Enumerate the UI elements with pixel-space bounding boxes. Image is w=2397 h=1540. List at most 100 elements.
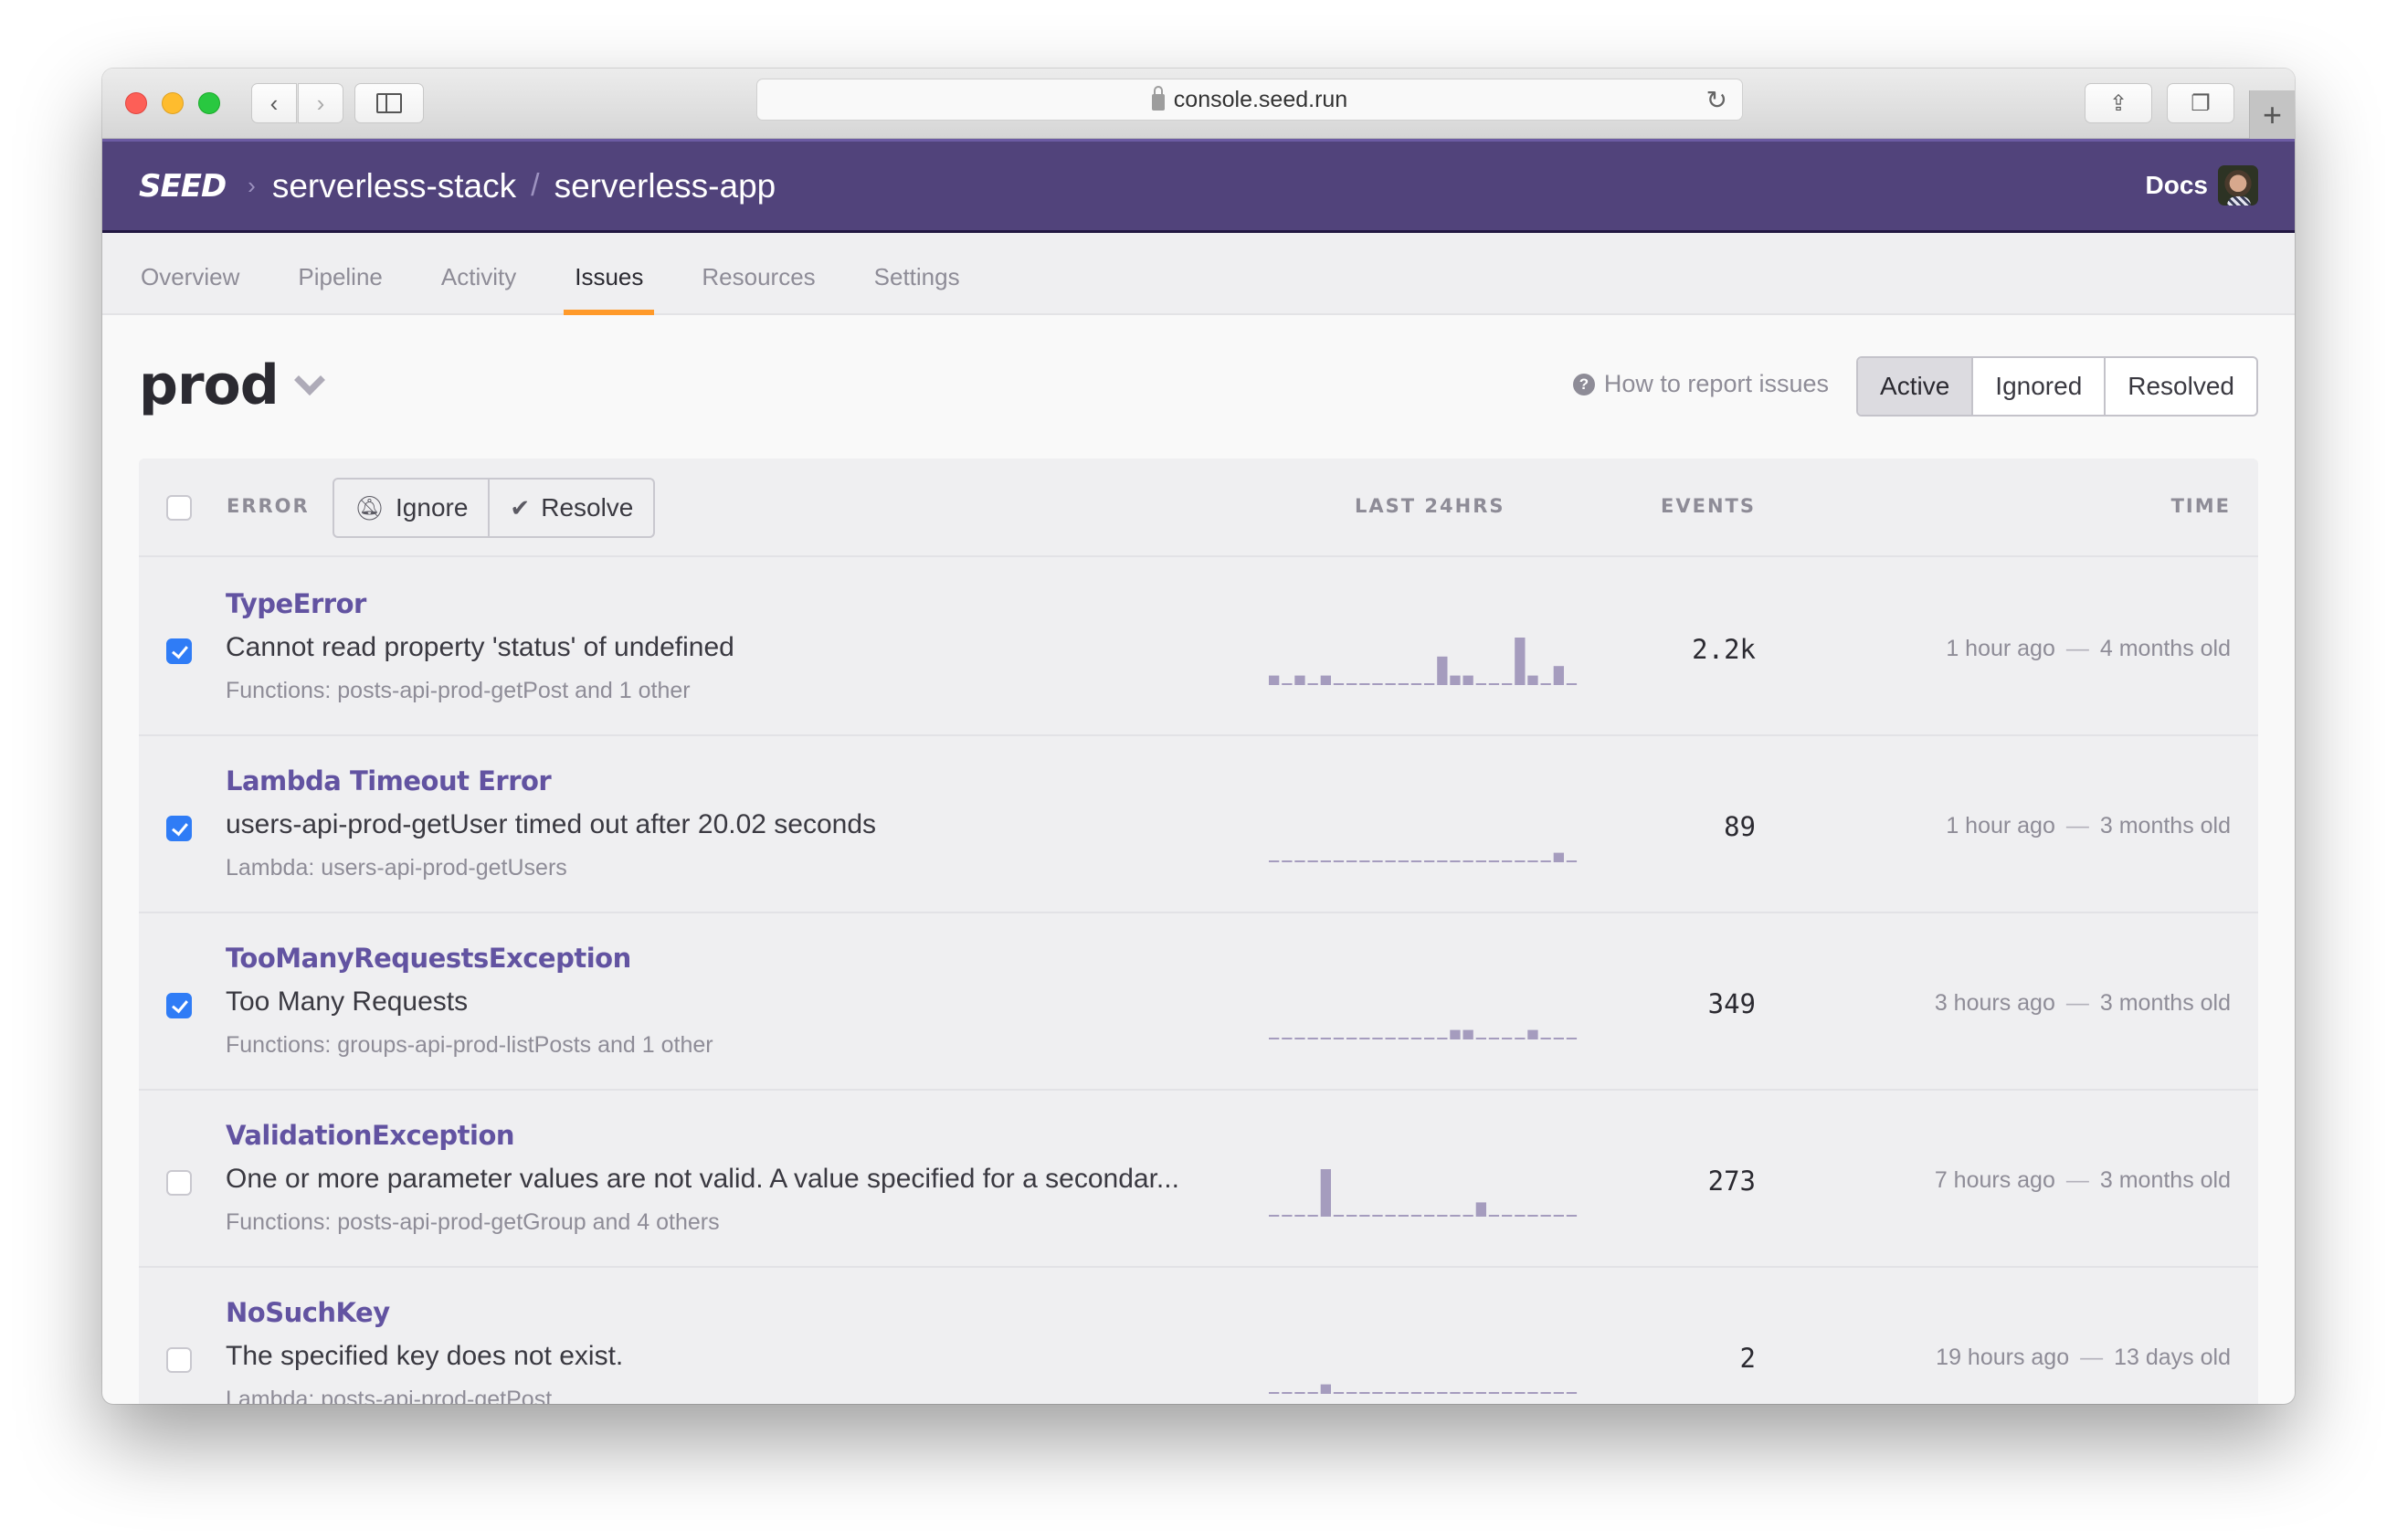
sparkline-bar [1294,1215,1305,1217]
forward-button[interactable]: › [298,83,343,123]
breadcrumb-app[interactable]: serverless-app [554,167,776,206]
sparkline-bar [1488,1038,1500,1039]
issue-message: Too Many Requests [226,986,469,1017]
column-last-24hrs: LAST 24HRS [1355,495,1505,517]
sparkline-bar [1333,1215,1345,1217]
sparkline-bar [1410,1038,1422,1039]
check-icon: ✔ [510,493,531,522]
sparkline-bar [1282,860,1293,862]
sparkline-bar [1333,860,1345,862]
issue-row[interactable]: NoSuchKey The specified key does not exi… [139,1268,2258,1404]
issue-row[interactable]: TypeError Cannot read property 'status' … [139,559,2258,736]
sparkline-bar [1346,683,1357,685]
issue-message: The specified key does not exist. [226,1341,624,1371]
show-tabs-button[interactable]: ❐ [2167,83,2234,123]
issue-row[interactable]: TooManyRequestsException Too Many Reques… [139,913,2258,1091]
time-separator: — [2065,990,2089,1016]
sparkline-bar [1488,1215,1500,1217]
last-seen: 19 hours ago [1936,1345,2070,1370]
how-to-report-link[interactable]: ? How to report issues [1572,370,1829,398]
close-window-button[interactable] [125,92,147,114]
row-checkbox[interactable] [166,638,192,664]
issue-row[interactable]: Lambda Timeout Error users-api-prod-getU… [139,736,2258,913]
sparkline-bar [1540,1215,1551,1217]
maximize-window-button[interactable] [198,92,220,114]
tab-settings[interactable]: Settings [872,233,962,313]
sparkline-bar [1346,1392,1357,1394]
sparkline-bar [1385,1215,1396,1217]
row-checkbox[interactable] [166,993,192,1018]
tab-activity[interactable]: Activity [439,233,518,313]
share-icon: ⇪ [2108,90,2128,116]
sparkline-bar [1269,675,1280,685]
tab-issues[interactable]: Issues [564,233,655,315]
sparkline-bar [1333,683,1345,685]
filter-ignored-button[interactable]: Ignored [1971,358,2104,415]
select-all-checkbox[interactable] [166,495,192,521]
breadcrumb-org[interactable]: serverless-stack [272,167,516,206]
sparkline-bar [1346,1215,1357,1217]
sparkline-bar [1553,1392,1564,1394]
sparkline-bar [1566,1038,1578,1039]
sparkline-bar [1424,860,1435,862]
sparkline-bar [1437,1215,1448,1217]
tab-overview[interactable]: Overview [139,233,241,313]
docs-link[interactable]: Docs [2146,171,2208,200]
issue-title[interactable]: Lambda Timeout Error [226,765,552,796]
back-button[interactable]: ‹ [251,83,297,123]
sparkline-bar [1527,1029,1538,1039]
row-checkbox[interactable] [166,1347,192,1373]
stage-selector[interactable]: prod [139,353,325,417]
row-checkbox[interactable] [166,1170,192,1196]
tab-resources[interactable]: Resources [700,233,817,313]
sparkline-bar [1398,1038,1409,1039]
issue-row[interactable]: ValidationException One or more paramete… [139,1091,2258,1268]
sidebar-toggle-button[interactable] [354,83,424,123]
sparkline-bar [1475,1392,1486,1394]
sparkline-bar [1424,1038,1435,1039]
sparkline-bar [1553,1038,1564,1039]
sparkline-bar [1502,1038,1513,1039]
issue-title[interactable]: NoSuchKey [226,1297,390,1328]
sparkline-bar [1372,1392,1383,1394]
ignore-button[interactable]: 🔕︎ Ignore [334,480,488,536]
sparkline-bar [1410,1392,1422,1394]
sparkline-bar [1410,1215,1422,1217]
sparkline-bar [1424,683,1435,685]
row-checkbox[interactable] [166,816,192,841]
issue-status-filter: Active Ignored Resolved [1856,356,2258,417]
sparkline-bar [1566,860,1578,862]
sparkline-bar [1475,1202,1486,1217]
issue-source: Functions: posts-api-prod-getPost and 1 … [226,678,691,703]
sparkline-bar [1385,1392,1396,1394]
sparkline-bar [1540,1392,1551,1394]
sparkline-bar [1359,683,1370,685]
reload-icon[interactable]: ↻ [1706,85,1727,115]
issue-title[interactable]: ValidationException [226,1120,515,1151]
new-tab-button[interactable]: + [2249,90,2295,139]
sparkline-bar [1566,683,1578,685]
sparkline-bar [1398,1215,1409,1217]
new-tab-icon: + [2262,95,2283,133]
address-bar[interactable]: console.seed.run ↻ [756,79,1743,121]
sparkline-chart [1269,1029,1578,1039]
issue-title[interactable]: TooManyRequestsException [226,943,631,974]
issue-time: 1 hour ago — 4 months old [1946,636,2231,662]
resolve-button[interactable]: ✔ Resolve [488,480,653,536]
sparkline-bar [1269,1392,1280,1394]
filter-resolved-button[interactable]: Resolved [2104,358,2256,415]
how-to-report-label: How to report issues [1603,370,1829,397]
last-seen: 7 hours ago [1934,1167,2055,1193]
sparkline-bar [1553,1215,1564,1217]
sparkline-bar [1515,1038,1526,1039]
share-button[interactable]: ⇪ [2085,83,2152,123]
sparkline-bar [1502,860,1513,862]
sparkline-bar [1515,638,1526,685]
filter-active-button[interactable]: Active [1858,358,1972,415]
seed-logo[interactable]: SEED [139,168,227,205]
tab-pipeline[interactable]: Pipeline [296,233,385,313]
user-avatar[interactable] [2218,165,2258,206]
issues-table: ERROR 🔕︎ Ignore ✔ Resolve LAST 24HRS EVE… [139,459,2258,1404]
issue-title[interactable]: TypeError [226,588,366,619]
minimize-window-button[interactable] [162,92,184,114]
